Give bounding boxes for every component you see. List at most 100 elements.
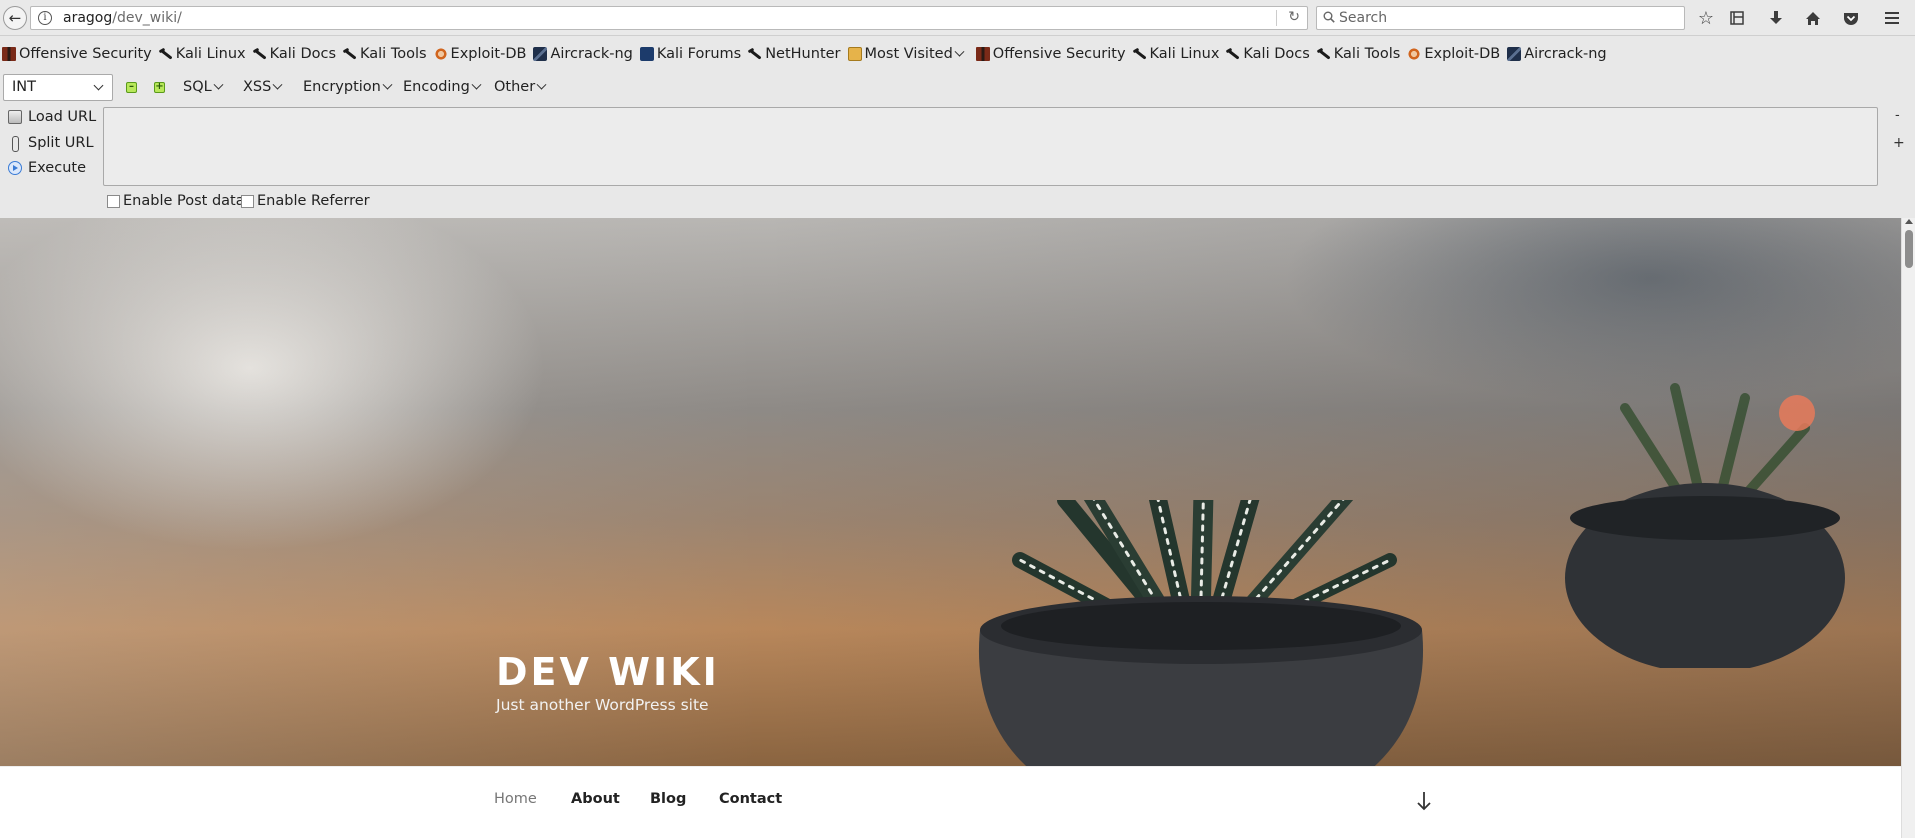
nav-link-home[interactable]: Home	[494, 791, 537, 807]
bookmark-exploit-db[interactable]: Exploit-DB	[433, 46, 527, 62]
site-title[interactable]: DEV WIKI	[496, 650, 720, 694]
page-viewport: DEV WIKI Just another WordPress site Hom…	[0, 218, 1915, 838]
page-info-icon[interactable]: i	[38, 11, 52, 25]
bookmark-label: Kali Linux	[175, 46, 246, 62]
xss-menu[interactable]: XSS	[243, 79, 283, 95]
site-description: Just another WordPress site	[496, 696, 709, 714]
kali-dragon-icon	[159, 47, 173, 61]
chevron-down-icon	[93, 80, 104, 91]
home-icon[interactable]	[1802, 7, 1824, 29]
bookmark-kali-tools[interactable]: Kali Tools	[343, 46, 427, 62]
type-select[interactable]: INT	[3, 74, 113, 101]
nav-link-about[interactable]: About	[571, 791, 620, 807]
sql-menu[interactable]: SQL	[183, 79, 224, 95]
exploit-db-icon	[433, 47, 448, 61]
back-button[interactable]: ←	[3, 6, 27, 30]
load-url-icon	[8, 110, 22, 124]
execute-label: Execute	[28, 160, 86, 176]
encoding-menu-label: Encoding	[403, 79, 470, 95]
arrow-down-icon[interactable]	[1414, 789, 1434, 813]
url-text[interactable]: aragog/dev_wiki/	[63, 10, 182, 26]
bookmark-kali-tools[interactable]: Kali Tools	[1317, 46, 1401, 62]
chevron-down-icon	[954, 46, 965, 57]
bookmark-star-icon[interactable]: ☆	[1695, 7, 1717, 29]
bookmark-exploit-db[interactable]: Exploit-DB	[1407, 46, 1500, 62]
url-bar[interactable]: i aragog/dev_wiki/ ↻	[30, 6, 1308, 30]
page-scrollbar[interactable]	[1901, 218, 1915, 838]
chevron-down-icon	[382, 79, 393, 90]
bookmark-label: NetHunter	[765, 46, 841, 62]
split-url-button[interactable]: Split URL	[8, 135, 94, 152]
enable-post-data-checkbox[interactable]	[107, 194, 120, 208]
bookmark-folder-most-visited[interactable]: Most Visited	[847, 46, 965, 62]
back-arrow-icon: ←	[8, 9, 22, 27]
background-plant-image	[1565, 383, 1845, 668]
bookmark-nethunter[interactable]: NetHunter	[748, 46, 840, 62]
other-menu[interactable]: Other	[494, 79, 547, 95]
hackbar-url-textarea[interactable]	[103, 107, 1878, 186]
bookmark-label: Kali Forums	[656, 46, 742, 62]
folder-icon	[847, 47, 862, 61]
bookmark-label: Aircrack-ng	[1524, 46, 1607, 62]
increment-button[interactable]: +	[154, 82, 165, 93]
url-host: aragog	[63, 10, 113, 26]
bookmark-offensive-security[interactable]: Offensive Security	[975, 46, 1126, 62]
search-bar[interactable]	[1316, 6, 1685, 30]
expand-textarea-button[interactable]: +	[1893, 135, 1905, 151]
search-input[interactable]	[1339, 8, 1679, 28]
load-url-button[interactable]: Load URL	[8, 109, 96, 125]
offensive-security-icon	[2, 47, 16, 61]
bookmark-label: Kali Tools	[360, 46, 427, 62]
scroll-up-arrow-icon[interactable]	[1905, 219, 1913, 224]
bookmark-label: Aircrack-ng	[550, 46, 633, 62]
bookmark-label: Kali Docs	[269, 46, 337, 62]
aircrack-icon	[1507, 47, 1522, 61]
bookmark-kali-docs[interactable]: Kali Docs	[253, 46, 336, 62]
bookmark-kali-linux[interactable]: Kali Linux	[1133, 46, 1220, 62]
kali-dragon-icon	[343, 47, 357, 61]
hackbar-toolbar: INT – + SQL XSS Encryption Encoding Othe…	[0, 73, 1915, 103]
bookmark-kali-linux[interactable]: Kali Linux	[159, 46, 246, 62]
bookmark-kali-forums[interactable]: Kali Forums	[639, 46, 742, 62]
bookmark-label: Exploit-DB	[450, 46, 527, 62]
url-bar-separator	[1276, 10, 1277, 26]
header-hero-image: DEV WIKI Just another WordPress site	[0, 218, 1901, 766]
other-menu-label: Other	[494, 79, 536, 95]
bookmark-label: Kali Linux	[1149, 46, 1220, 62]
search-icon	[1323, 11, 1335, 23]
encryption-menu[interactable]: Encryption	[303, 79, 393, 95]
bookmark-label: Kali Tools	[1333, 46, 1401, 62]
kali-dragon-icon	[1133, 47, 1147, 61]
sql-menu-label: SQL	[183, 79, 212, 95]
bookmark-label: Most Visited	[864, 46, 953, 62]
pocket-icon[interactable]	[1840, 7, 1862, 29]
download-icon[interactable]	[1765, 7, 1787, 29]
type-select-value: INT	[12, 79, 36, 95]
bookmark-aircrack-ng[interactable]: Aircrack-ng	[533, 46, 633, 62]
nav-link-blog[interactable]: Blog	[650, 791, 686, 807]
enable-post-data-option[interactable]: Enable Post data	[107, 193, 245, 209]
kali-dragon-icon	[1317, 47, 1331, 61]
bookmark-label: Kali Docs	[1243, 46, 1310, 62]
scissors-icon	[8, 136, 22, 152]
reload-icon[interactable]: ↻	[1288, 9, 1300, 25]
execute-button[interactable]: Execute	[8, 160, 86, 176]
library-icon[interactable]	[1726, 7, 1748, 29]
bookmark-aircrack-ng[interactable]: Aircrack-ng	[1507, 46, 1607, 62]
enable-referrer-option[interactable]: Enable Referrer	[241, 193, 370, 209]
navigation-toolbar: ← i aragog/dev_wiki/ ↻ ☆	[0, 0, 1915, 36]
enable-referrer-checkbox[interactable]	[241, 194, 254, 208]
encoding-menu[interactable]: Encoding	[403, 79, 482, 95]
decrement-button[interactable]: –	[126, 82, 137, 93]
hamburger-menu-icon[interactable]	[1881, 7, 1903, 29]
bookmark-label: Exploit-DB	[1424, 46, 1501, 62]
scrollbar-thumb[interactable]	[1905, 230, 1913, 268]
enable-referrer-label: Enable Referrer	[257, 193, 370, 209]
kali-dragon-icon	[1226, 47, 1240, 61]
shrink-textarea-button[interactable]: -	[1895, 108, 1900, 123]
bookmark-offensive-security[interactable]: Offensive Security	[2, 46, 152, 62]
load-url-label: Load URL	[28, 109, 97, 125]
chevron-down-icon	[471, 79, 482, 90]
nav-link-contact[interactable]: Contact	[719, 791, 782, 807]
bookmark-kali-docs[interactable]: Kali Docs	[1226, 46, 1309, 62]
